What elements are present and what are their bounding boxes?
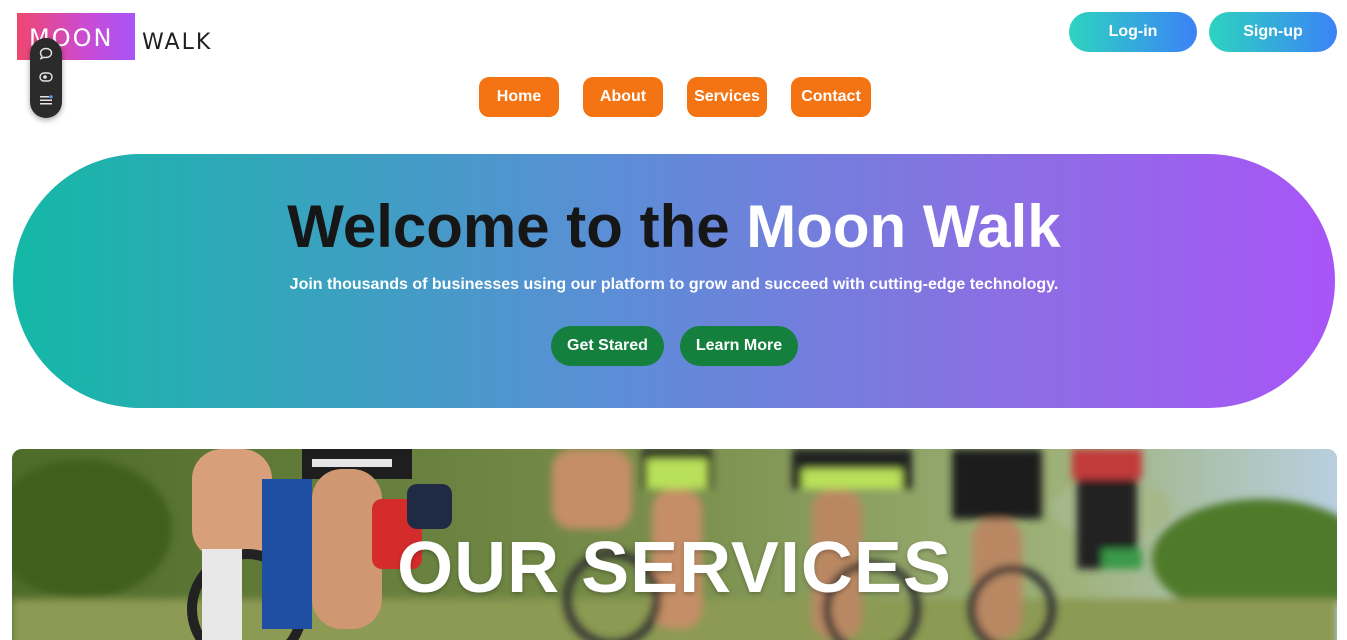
get-started-button[interactable]: Get Stared [551, 326, 664, 366]
signup-button[interactable]: Sign-up [1209, 12, 1337, 52]
services-banner: OUR SERVICES [12, 449, 1337, 640]
nav-about-button[interactable]: About [583, 77, 663, 117]
hero-banner: Welcome to the Moon Walk Join thousands … [13, 154, 1335, 408]
login-button[interactable]: Log-in [1069, 12, 1197, 52]
logo-word-walk: WALK [142, 30, 213, 55]
nav-services-button[interactable]: Services [687, 77, 767, 117]
hero-subtitle: Join thousands of businesses using our p… [289, 276, 1059, 293]
list-icon[interactable] [38, 92, 54, 108]
nav-home-button[interactable]: Home [479, 77, 559, 117]
nav-contact-button[interactable]: Contact [791, 77, 871, 117]
floating-toolbar [30, 38, 62, 118]
services-title: OUR SERVICES [397, 528, 952, 608]
chat-bubble-icon[interactable] [38, 46, 54, 62]
eye-icon[interactable] [38, 69, 54, 85]
learn-more-button[interactable]: Learn More [680, 326, 798, 366]
hero-title-accent: Moon Walk [746, 193, 1061, 260]
hero-title-main: Welcome to the [287, 193, 747, 260]
hero-title: Welcome to the Moon Walk [13, 192, 1335, 261]
